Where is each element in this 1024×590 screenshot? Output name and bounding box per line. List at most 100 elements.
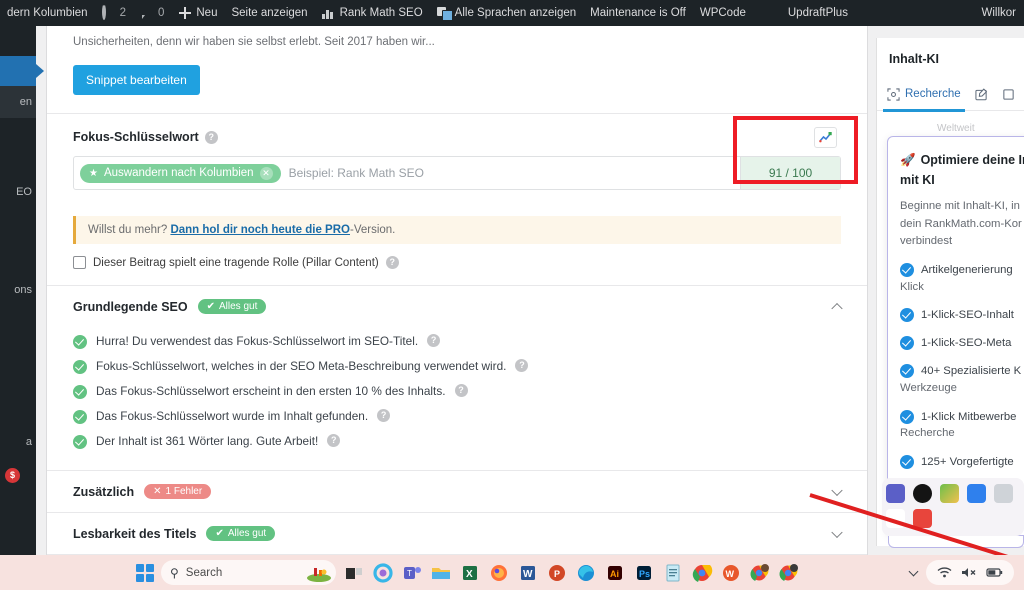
word-icon[interactable]: W bbox=[517, 562, 539, 584]
adminbar-new[interactable]: Neu bbox=[171, 0, 224, 26]
adminbar-rank-math[interactable]: Rank Math SEO bbox=[315, 0, 430, 26]
help-icon[interactable]: ? bbox=[204, 130, 218, 144]
list-item: Hurra! Du verwendest das Fokus-Schlüssel… bbox=[73, 329, 841, 354]
diamond-icon bbox=[760, 6, 774, 20]
volume-muted-icon[interactable] bbox=[961, 566, 977, 579]
sidebar-fragment-4[interactable]: a bbox=[26, 436, 32, 448]
rocket-icon: 🚀 bbox=[900, 153, 916, 167]
wordpress-icon[interactable]: W bbox=[720, 562, 742, 584]
svg-text:Ai: Ai bbox=[610, 569, 619, 579]
chevron-down-icon[interactable] bbox=[831, 484, 843, 496]
section-basic-seo-title: Grundlegende SEO bbox=[73, 299, 188, 314]
misc-app-icon[interactable] bbox=[994, 484, 1013, 503]
chevron-down-icon[interactable] bbox=[831, 526, 843, 538]
content-ai-panel: Inhalt-KI Recherche Weltweit 🚀 Optimiere… bbox=[876, 38, 1024, 546]
check-glyph: ✔ bbox=[215, 528, 224, 540]
focus-keyword-section: Fokus-Schlüsselwort ? ★ Auswandern nach … bbox=[47, 114, 867, 202]
notepad-icon[interactable] bbox=[662, 562, 684, 584]
help-icon[interactable]: ? bbox=[427, 334, 441, 348]
section-title-readability-header[interactable]: Lesbarkeit des Titels ✔ Alles gut bbox=[47, 513, 867, 554]
pillar-content-checkbox[interactable] bbox=[73, 256, 86, 270]
section-basic-seo-header[interactable]: Grundlegende SEO ✔ Alles gut bbox=[47, 286, 867, 327]
edit-snippet-button[interactable]: Snippet bearbeiten bbox=[73, 65, 200, 96]
file-explorer-icon[interactable] bbox=[430, 562, 452, 584]
star-icon: ★ bbox=[89, 167, 98, 179]
languages-icon bbox=[436, 7, 453, 21]
adminbar-updraftplus[interactable]: UpdraftPlus bbox=[781, 0, 855, 26]
help-icon[interactable]: ? bbox=[454, 384, 468, 398]
pro-upgrade-link[interactable]: Dann hol dir noch heute die PRO bbox=[170, 224, 350, 236]
pen-tool-icon[interactable] bbox=[886, 509, 905, 528]
trend-chart-icon[interactable] bbox=[814, 127, 837, 149]
edge-icon[interactable] bbox=[575, 562, 597, 584]
chrome-profile2-icon[interactable] bbox=[778, 562, 800, 584]
tab-recherche[interactable]: Recherche bbox=[883, 78, 965, 112]
teams-icon[interactable]: T bbox=[401, 562, 423, 584]
chrome-profile-icon[interactable] bbox=[749, 562, 771, 584]
record-app-icon[interactable] bbox=[913, 509, 932, 528]
section-title-readability: Lesbarkeit des Titels ✔ Alles gut bbox=[47, 512, 867, 554]
help-icon[interactable]: ? bbox=[327, 434, 341, 448]
tab-edit[interactable] bbox=[975, 78, 988, 111]
sidebar-item-active[interactable] bbox=[0, 56, 44, 86]
close-icon[interactable]: ✕ bbox=[259, 166, 273, 180]
adminbar-greeting[interactable]: Willkor bbox=[982, 7, 1024, 19]
status-badge-label: Alles gut bbox=[219, 301, 258, 313]
image-app-icon[interactable] bbox=[940, 484, 959, 503]
keyword-tag[interactable]: ★ Auswandern nach Kolumbien ✕ bbox=[80, 163, 281, 183]
adminbar-languages[interactable]: Alle Sprachen anzeigen bbox=[430, 0, 583, 26]
windows-logo-icon[interactable] bbox=[136, 563, 154, 582]
keyword-input-wrap[interactable]: ★ Auswandern nach Kolumbien ✕ Beispiel: … bbox=[74, 157, 740, 189]
feature-cont: Werkzeuge bbox=[900, 382, 957, 394]
grammarly-icon[interactable] bbox=[913, 484, 932, 503]
feature-cont: Recherche bbox=[900, 427, 955, 440]
adminbar-maintenance[interactable]: Maintenance is Off bbox=[583, 0, 693, 26]
firefox-icon[interactable] bbox=[488, 562, 510, 584]
svg-text:Ps: Ps bbox=[639, 569, 650, 579]
battery-icon[interactable] bbox=[986, 566, 1003, 579]
tray-expand-icon[interactable] bbox=[908, 566, 919, 576]
snippet-section: Unsicherheiten, denn wir haben sie selbs… bbox=[47, 26, 867, 113]
floating-app-dock bbox=[882, 478, 1024, 536]
chevron-up-icon[interactable] bbox=[831, 302, 843, 315]
sidebar-fragment-3[interactable]: ons bbox=[14, 284, 32, 296]
chrome-icon[interactable] bbox=[691, 562, 713, 584]
adminbar-wpcode[interactable]: WPCode bbox=[693, 0, 753, 26]
help-icon[interactable]: ? bbox=[385, 256, 399, 270]
copilot-icon[interactable] bbox=[372, 562, 394, 584]
search-input[interactable]: ⚲ Search bbox=[161, 560, 336, 585]
help-icon[interactable]: ? bbox=[515, 359, 529, 373]
wp-admin-bar: dern Kolumbien 2 0 Neu Seite anzeigen Ra… bbox=[0, 0, 1024, 26]
shield-warning-icon[interactable] bbox=[967, 484, 986, 503]
sidebar-badge[interactable]: $ bbox=[5, 468, 20, 483]
check-text: Das Fokus-Schlüsselwort wurde im Inhalt … bbox=[96, 409, 369, 424]
adminbar-site-name[interactable]: dern Kolumbien bbox=[0, 0, 95, 26]
check-text: Das Fokus-Schlüsselwort erscheint in den… bbox=[96, 384, 446, 399]
check-circle-icon bbox=[73, 385, 87, 400]
teams-icon[interactable] bbox=[886, 484, 905, 503]
taskview-icon[interactable] bbox=[343, 562, 365, 584]
excel-icon[interactable]: X bbox=[459, 562, 481, 584]
sidebar-fragment-2[interactable]: EO bbox=[16, 186, 32, 198]
keyword-tag-label: Auswandern nach Kolumbien bbox=[103, 167, 254, 180]
adminbar-view-page[interactable]: Seite anzeigen bbox=[224, 0, 314, 26]
sidebar-fragment-1[interactable]: en bbox=[20, 96, 32, 108]
illustrator-icon[interactable]: Ai bbox=[604, 562, 626, 584]
tray-status-group[interactable] bbox=[926, 560, 1014, 585]
adminbar-updates[interactable]: 2 bbox=[95, 0, 133, 26]
adminbar-comments[interactable]: 0 bbox=[133, 0, 171, 26]
windows-taskbar: ⚲ Search T X W P Ai Ps W bbox=[0, 555, 1024, 590]
tab-third[interactable] bbox=[1002, 78, 1015, 111]
widget-weather-icon[interactable] bbox=[306, 564, 332, 582]
panel-tabs: Recherche bbox=[877, 78, 1024, 112]
wifi-icon[interactable] bbox=[937, 566, 952, 579]
powerpoint-icon[interactable]: P bbox=[546, 562, 568, 584]
svg-text:W: W bbox=[726, 569, 735, 579]
help-icon[interactable]: ? bbox=[377, 409, 391, 423]
rank-math-label: Rank Math SEO bbox=[339, 7, 423, 19]
focus-keyword-label: Fokus-Schlüsselwort bbox=[73, 130, 199, 145]
photoshop-icon[interactable]: Ps bbox=[633, 562, 655, 584]
adminbar-diamond-plugin[interactable] bbox=[753, 0, 781, 26]
system-tray bbox=[908, 560, 1024, 585]
section-additional-header[interactable]: Zusätzlich ✕ 1 Fehler bbox=[47, 471, 867, 512]
